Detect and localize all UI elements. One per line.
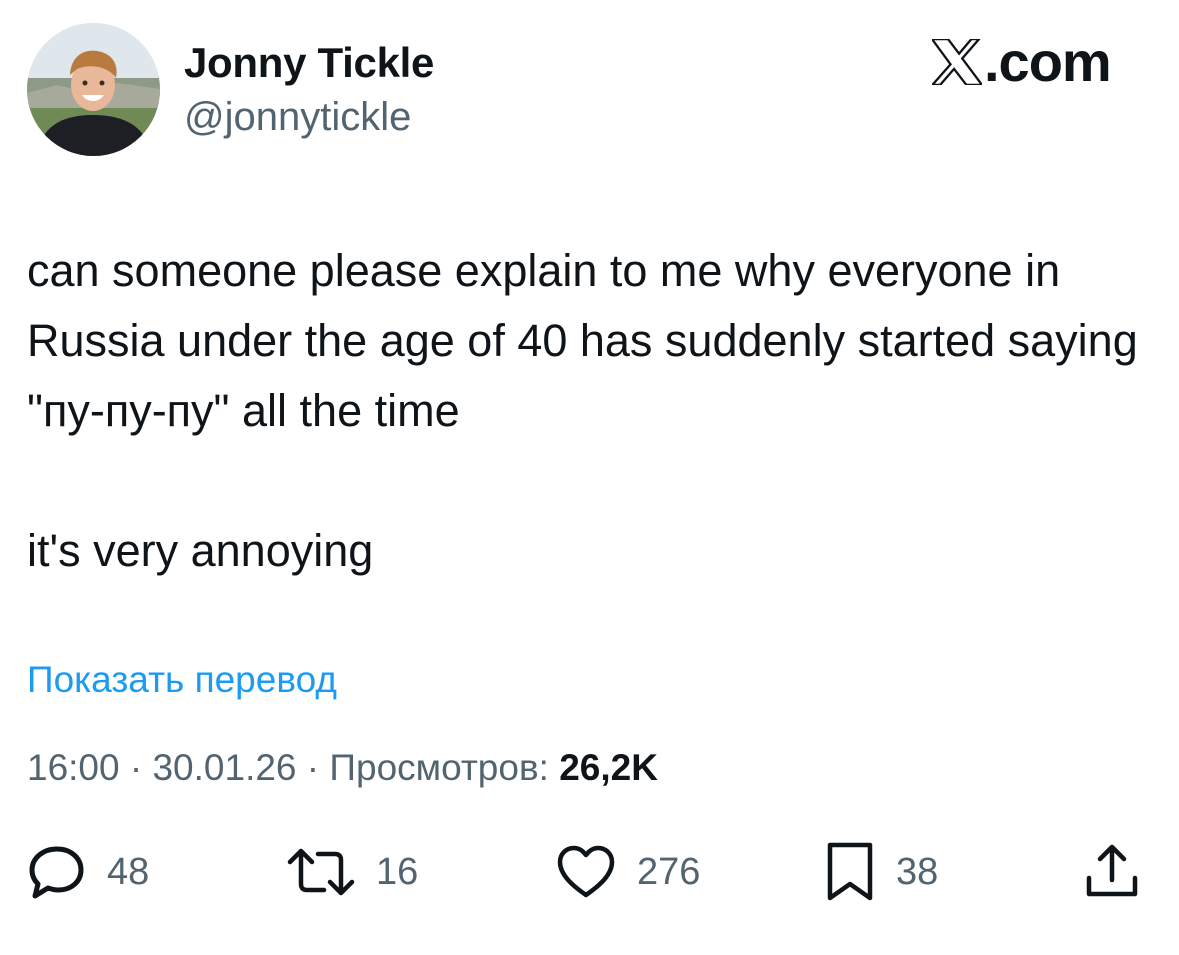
- bookmark-icon: [827, 842, 873, 901]
- reply-button[interactable]: 48: [27, 840, 149, 904]
- repost-count: 16: [376, 851, 419, 893]
- avatar[interactable]: [27, 23, 160, 156]
- like-button[interactable]: 276: [555, 840, 700, 904]
- like-count: 276: [637, 851, 701, 893]
- tweet-time[interactable]: 16:00: [27, 747, 120, 788]
- bookmark-button[interactable]: 38: [824, 840, 938, 904]
- author-display-name[interactable]: Jonny Tickle: [184, 38, 434, 88]
- tweet-text: can someone please explain to me why eve…: [27, 245, 1138, 576]
- views-label: Просмотров:: [329, 747, 560, 788]
- views-count[interactable]: 26,2K: [559, 747, 658, 788]
- meta-separator: ·: [119, 747, 153, 788]
- speech-bubble-icon: [29, 846, 84, 899]
- share-upload-icon: [1086, 844, 1138, 897]
- brand-domain-text: .com: [984, 30, 1112, 93]
- share-button[interactable]: [1083, 840, 1141, 904]
- show-translation-link[interactable]: Показать перевод: [27, 657, 337, 703]
- heart-icon: [557, 845, 615, 898]
- profile-photo: [27, 23, 160, 156]
- brand-logo: .com: [932, 30, 1112, 93]
- author-handle[interactable]: @jonnytickle: [184, 93, 411, 141]
- tweet-date[interactable]: 30.01.26: [152, 747, 296, 788]
- reply-count: 48: [107, 851, 150, 893]
- x-logo-icon: [932, 39, 982, 85]
- meta-separator: ·: [296, 747, 330, 788]
- tweet-metadata: 16:00 · 30.01.26 · Просмотров: 26,2K: [27, 744, 658, 792]
- repost-arrows-icon: [287, 848, 355, 896]
- repost-button[interactable]: 16: [286, 840, 418, 904]
- bookmark-count: 38: [896, 851, 939, 893]
